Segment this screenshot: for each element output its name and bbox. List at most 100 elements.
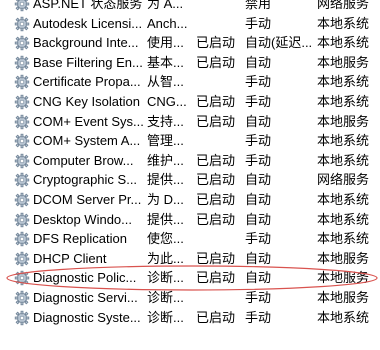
- service-startup-type: 自动: [245, 250, 272, 266]
- service-name: Certificate Propa...: [33, 74, 141, 90]
- service-row[interactable]: Desktop Windo... 提供... 已启动 自动 本地系统: [0, 210, 380, 230]
- service-status: 已启动: [196, 191, 236, 207]
- gear-icon: [14, 133, 30, 149]
- gear-icon: [14, 270, 30, 286]
- service-row[interactable]: COM+ Event Sys... 支持... 已启动 自动 本地服务: [0, 112, 380, 132]
- service-startup-type: 自动: [245, 172, 272, 188]
- service-logon-as: 本地服务: [317, 250, 370, 266]
- service-description: 为 A...: [147, 0, 184, 11]
- gear-icon: [14, 74, 30, 90]
- service-logon-as: 本地系统: [317, 74, 370, 90]
- service-name: Diagnostic Polic...: [33, 270, 137, 286]
- service-row[interactable]: Diagnostic Syste... 诊断... 已启动 手动 本地系统: [0, 308, 380, 328]
- gear-icon: [14, 94, 30, 110]
- service-status: 已启动: [196, 309, 236, 325]
- service-logon-as: 本地服务: [317, 113, 370, 129]
- service-startup-type: 自动: [245, 113, 272, 129]
- gear-icon: [14, 172, 30, 188]
- gear-icon: [14, 251, 30, 267]
- service-logon-as: 本地服务: [317, 270, 370, 286]
- service-row[interactable]: Base Filtering En... 基本... 已启动 自动 本地服务: [0, 53, 380, 73]
- service-status: 已启动: [196, 35, 236, 51]
- service-description: 诊断...: [147, 270, 184, 286]
- service-status: 已启动: [196, 172, 236, 188]
- service-description: 为 D...: [147, 191, 184, 207]
- service-startup-type: 手动: [245, 74, 272, 90]
- service-status: 已启动: [196, 270, 236, 286]
- service-row[interactable]: Diagnostic Polic... 诊断... 已启动 自动 本地服务: [0, 268, 380, 288]
- service-startup-type: 自动: [245, 211, 272, 227]
- service-status: 已启动: [196, 250, 236, 266]
- service-name: Computer Brow...: [33, 152, 134, 168]
- service-status: 已启动: [196, 152, 236, 168]
- service-row[interactable]: DFS Replication 使您... 手动 本地系统: [0, 229, 380, 249]
- service-name: Diagnostic Servi...: [33, 289, 138, 305]
- service-name: DFS Replication: [33, 231, 127, 247]
- gear-icon: [14, 16, 30, 32]
- service-row[interactable]: CNG Key Isolation CNG... 已启动 手动 本地系统: [0, 92, 380, 112]
- service-logon-as: 本地系统: [317, 15, 370, 31]
- gear-icon: [14, 192, 30, 208]
- gear-icon: [14, 290, 30, 306]
- service-description: 管理...: [147, 133, 184, 149]
- service-description: 基本...: [147, 54, 184, 70]
- service-description: Anch...: [147, 15, 188, 31]
- service-startup-type: 手动: [245, 309, 272, 325]
- service-startup-type: 自动: [245, 270, 272, 286]
- gear-icon: [14, 55, 30, 71]
- service-description: 诊断...: [147, 309, 184, 325]
- service-logon-as: 本地系统: [317, 211, 370, 227]
- service-row[interactable]: DCOM Server Pr... 为 D... 已启动 自动 本地系统: [0, 190, 380, 210]
- gear-icon: [14, 153, 30, 169]
- service-description: 支持...: [147, 113, 184, 129]
- service-name: DHCP Client: [33, 250, 107, 266]
- service-name: CNG Key Isolation: [33, 93, 140, 109]
- service-logon-as: 网络服务: [317, 0, 370, 11]
- service-startup-type: 自动(延迟...: [245, 35, 311, 51]
- service-name: Base Filtering En...: [33, 54, 143, 70]
- service-name: DCOM Server Pr...: [33, 191, 142, 207]
- service-description: 诊断...: [147, 289, 184, 305]
- service-logon-as: 本地系统: [317, 191, 370, 207]
- service-status: 已启动: [196, 113, 236, 129]
- service-name: Desktop Windo...: [33, 211, 132, 227]
- service-description: 使您...: [147, 231, 184, 247]
- service-row[interactable]: ASP.NET 状态服务为 A... 禁用 网络服务: [0, 0, 380, 14]
- service-description: 为此...: [147, 250, 184, 266]
- service-startup-type: 手动: [245, 15, 272, 31]
- service-startup-type: 自动: [245, 191, 272, 207]
- service-row[interactable]: Background Inte... 使用... 已启动 自动(延迟... 本地系统: [0, 33, 380, 53]
- service-row[interactable]: Autodesk Licensi... Anch... 手动 本地系统: [0, 14, 380, 34]
- service-row[interactable]: Cryptographic S... 提供... 已启动 自动 网络服务: [0, 170, 380, 190]
- service-name: COM+ System A...: [33, 133, 141, 149]
- service-logon-as: 本地系统: [317, 231, 370, 247]
- service-logon-as: 网络服务: [317, 172, 370, 188]
- service-logon-as: 本地系统: [317, 309, 370, 325]
- service-row[interactable]: COM+ System A... 管理... 手动 本地系统: [0, 131, 380, 151]
- service-description: 提供...: [147, 172, 184, 188]
- service-description: 从智...: [147, 74, 184, 90]
- service-status: 已启动: [196, 211, 236, 227]
- service-name: COM+ Event Sys...: [33, 113, 143, 129]
- gear-icon: [14, 35, 30, 51]
- service-name: Background Inte...: [33, 35, 139, 51]
- service-name: Cryptographic S...: [33, 172, 138, 188]
- service-startup-type: 手动: [245, 152, 272, 168]
- service-logon-as: 本地服务: [317, 289, 370, 305]
- service-startup-type: 禁用: [245, 0, 272, 11]
- service-row[interactable]: Diagnostic Servi... 诊断... 手动 本地服务: [0, 288, 380, 308]
- service-status: 已启动: [196, 54, 236, 70]
- gear-icon: [14, 212, 30, 228]
- service-startup-type: 手动: [245, 231, 272, 247]
- service-row[interactable]: DHCP Client 为此... 已启动 自动 本地服务: [0, 249, 380, 269]
- service-name: Diagnostic Syste...: [33, 309, 141, 325]
- service-description: 提供...: [147, 211, 184, 227]
- service-logon-as: 本地系统: [317, 35, 370, 51]
- service-row[interactable]: Certificate Propa... 从智... 手动 本地系统: [0, 72, 380, 92]
- service-description: 使用...: [147, 35, 184, 51]
- service-row[interactable]: Computer Brow... 维护... 已启动 手动 本地系统: [0, 151, 380, 171]
- services-list: ASP.NET 状态服务为 A... 禁用 网络服务 Autodesk Licensi…: [0, 0, 380, 327]
- service-startup-type: 手动: [245, 133, 272, 149]
- service-status: 已启动: [196, 93, 236, 109]
- gear-icon: [14, 310, 30, 326]
